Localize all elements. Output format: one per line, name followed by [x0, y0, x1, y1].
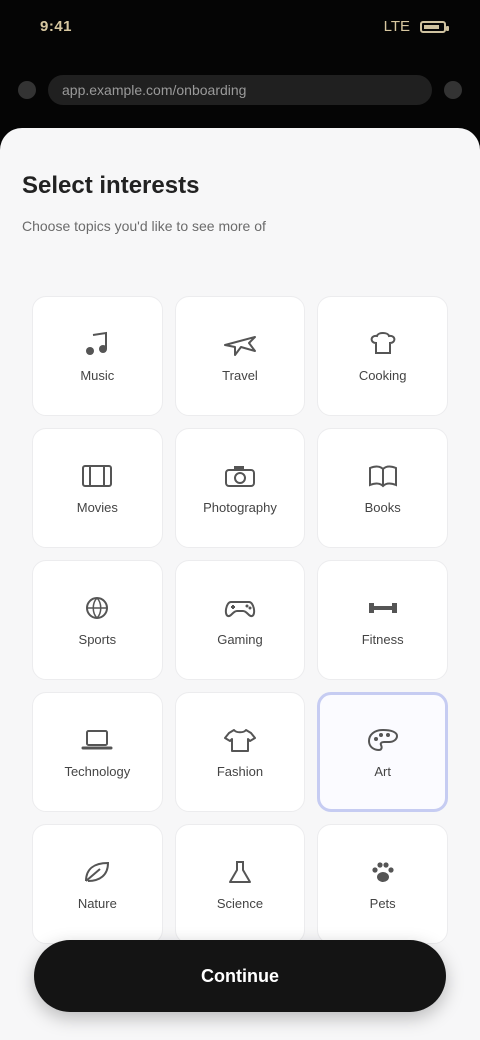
leaf-icon — [80, 859, 114, 885]
interest-tile[interactable]: Movies — [32, 428, 163, 548]
tile-label: Music — [80, 367, 115, 383]
interest-tile[interactable]: Technology — [32, 692, 163, 812]
paw-icon — [366, 859, 400, 885]
interest-tile-selected[interactable]: Art — [317, 692, 448, 812]
status-time: 9:41 — [40, 18, 73, 35]
signal-label: LTE — [383, 18, 410, 35]
interest-tile[interactable]: Gaming — [174, 560, 306, 680]
interest-tile[interactable]: Nature — [32, 824, 163, 944]
ball-icon — [80, 595, 114, 621]
tile-label: Gaming — [217, 631, 263, 647]
tile-label: Sports — [78, 631, 117, 647]
film-icon — [80, 463, 114, 489]
chef-icon — [366, 331, 400, 357]
tile-label: Nature — [77, 895, 117, 911]
plane-icon — [223, 331, 257, 357]
interest-tile[interactable]: Sports — [32, 560, 163, 680]
tile-label: Travel — [222, 367, 258, 383]
controller-icon — [223, 595, 257, 621]
tile-label: Art — [374, 763, 391, 779]
tile-label: Fashion — [216, 763, 264, 779]
tile-label: Science — [216, 895, 264, 911]
dumbbell-icon — [366, 595, 400, 621]
flask-icon — [223, 859, 257, 885]
interest-tile[interactable]: Music — [32, 296, 163, 416]
page-title: Select interests — [22, 172, 200, 199]
url-field[interactable]: app.example.com/onboarding — [48, 75, 432, 105]
interest-tile[interactable]: Cooking — [317, 296, 448, 416]
tile-label: Photography — [203, 499, 277, 515]
tabs-icon[interactable] — [444, 81, 462, 99]
tile-label: Fitness — [361, 631, 404, 647]
interest-tile[interactable]: Travel — [174, 296, 306, 416]
phone-screen: 9:41 LTE app.example.com/onboarding Sele… — [0, 0, 480, 1040]
tile-label: Cooking — [358, 367, 407, 383]
interest-tile[interactable]: Books — [317, 428, 448, 548]
status-bar: 9:41 LTE — [0, 0, 480, 60]
onboarding-header: Select interests Choose topics you'd lik… — [22, 172, 458, 234]
status-icons: LTE — [383, 18, 449, 35]
music-icon — [80, 331, 114, 357]
camera-icon — [223, 463, 257, 489]
tile-label: Technology — [64, 763, 131, 779]
interest-tile[interactable]: Fitness — [317, 560, 448, 680]
shirt-icon — [223, 727, 257, 753]
continue-button[interactable]: Continue — [34, 940, 446, 1012]
tile-label: Pets — [369, 895, 396, 911]
interest-tile[interactable]: Fashion — [174, 692, 306, 812]
page-subtitle: Choose topics you'd like to see more of — [22, 218, 266, 234]
laptop-icon — [80, 727, 114, 753]
interest-tile[interactable]: Photography — [174, 428, 306, 548]
interest-tile[interactable]: Science — [174, 824, 306, 944]
back-icon[interactable] — [18, 81, 36, 99]
interest-tile[interactable]: Pets — [317, 824, 448, 944]
tile-label: Movies — [76, 499, 118, 515]
tile-label: Books — [364, 499, 401, 515]
palette-icon — [366, 727, 400, 753]
book-icon — [366, 463, 400, 489]
browser-url-bar: app.example.com/onboarding — [0, 62, 480, 118]
onboarding-sheet: Select interests Choose topics you'd lik… — [0, 128, 480, 1040]
battery-icon — [420, 20, 449, 33]
interest-grid: Music Travel Cooking Movies Photography … — [32, 296, 448, 944]
